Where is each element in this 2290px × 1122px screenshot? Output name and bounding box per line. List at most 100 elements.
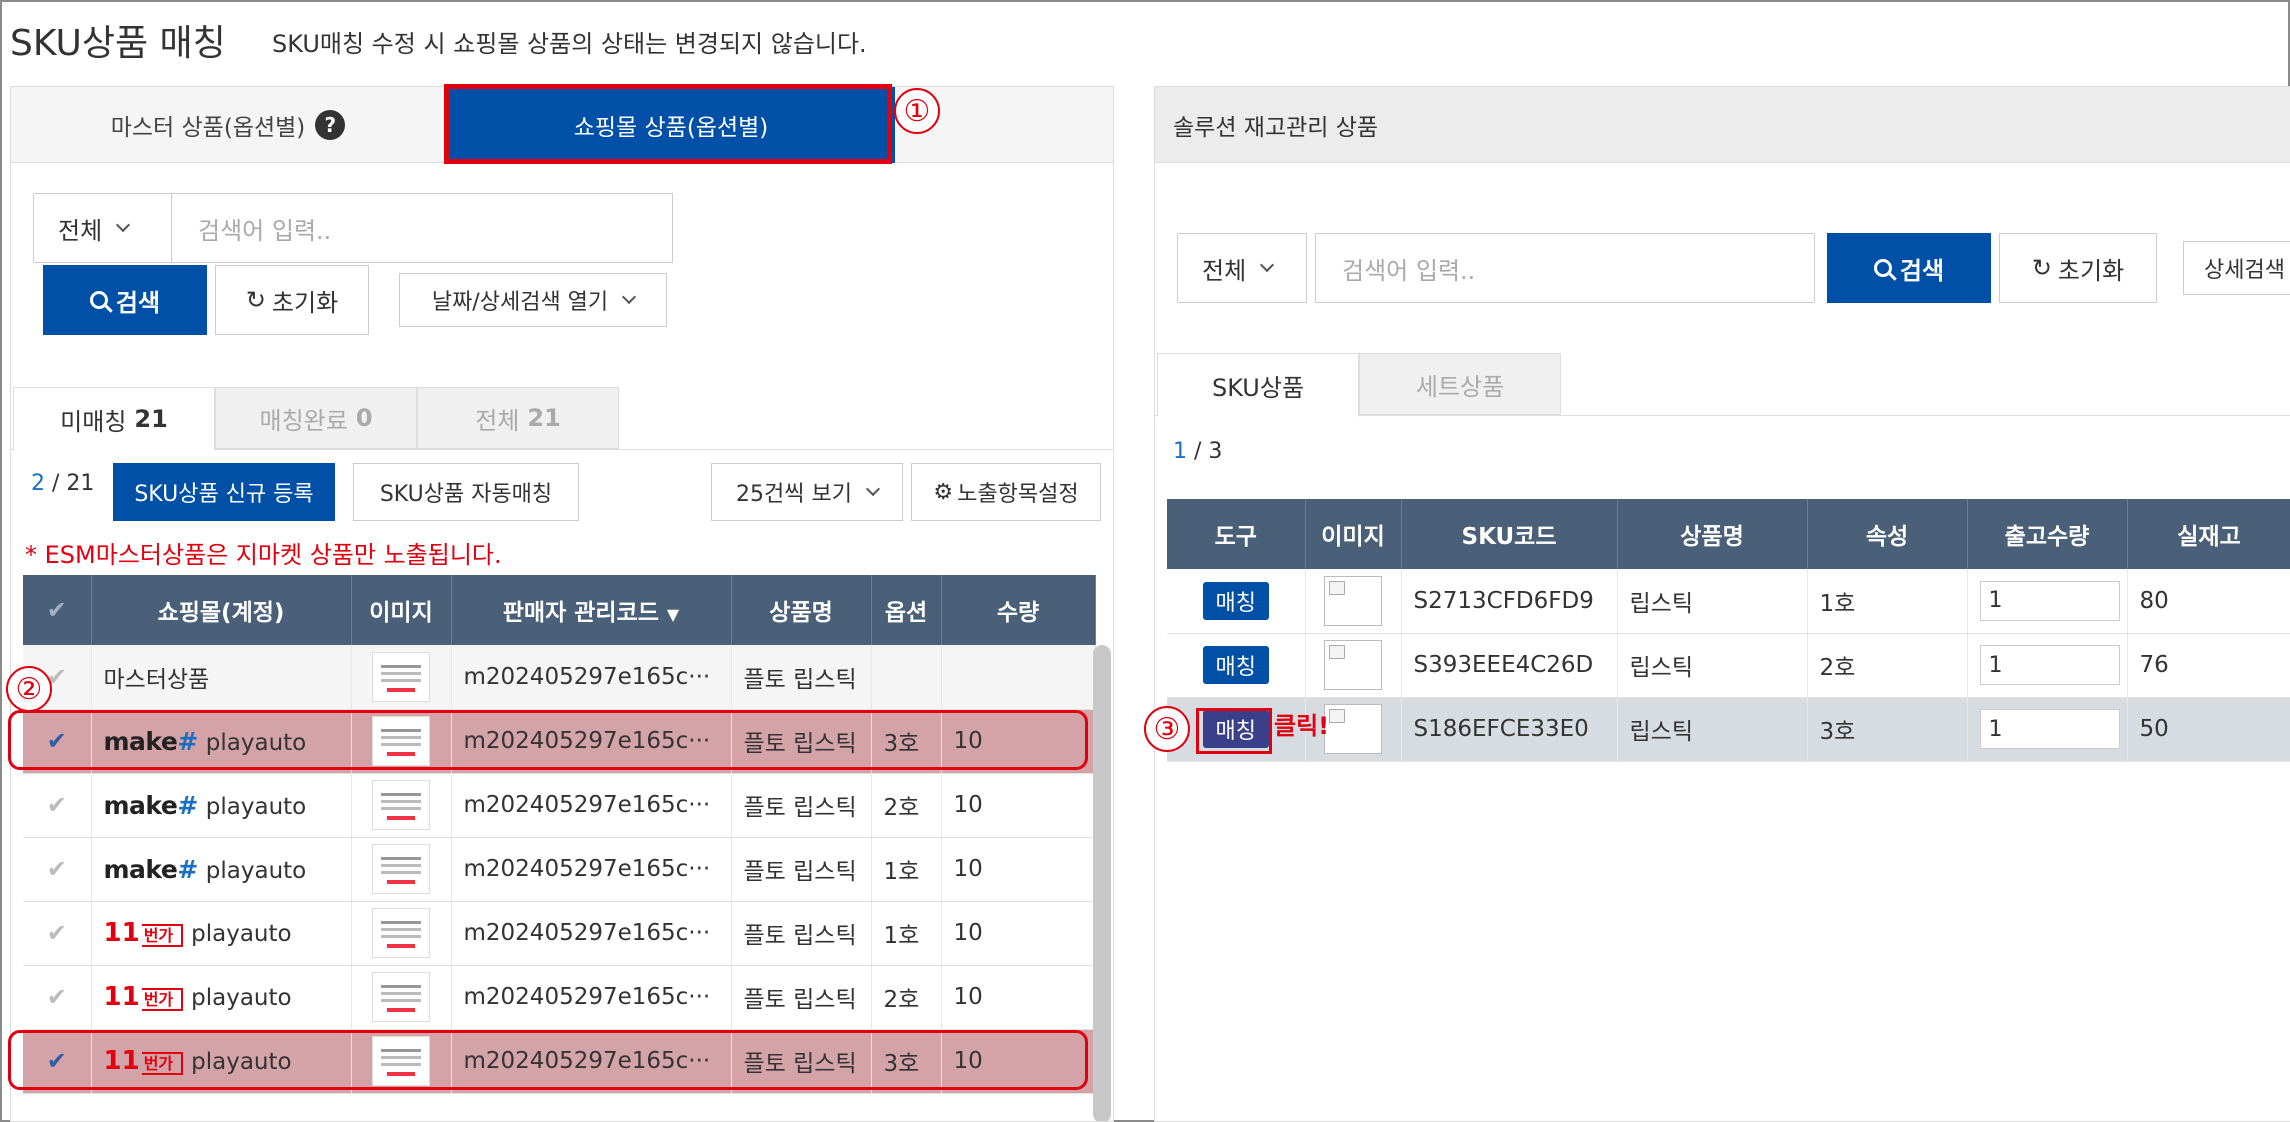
row-product-name: 플토 립스틱 xyxy=(731,773,872,838)
row-checkbox[interactable]: ✔ xyxy=(23,837,92,902)
pager-total: 3 xyxy=(1208,439,1223,464)
out-qty-input[interactable]: 1 xyxy=(1979,709,2120,749)
col-attribute: 속성 xyxy=(1807,499,1968,569)
row-sku: S393EEE4C26D xyxy=(1401,633,1618,698)
select-all-checkbox[interactable]: ✔ xyxy=(23,575,92,645)
out-qty-input[interactable]: 1 xyxy=(1979,645,2120,685)
pager-current: 2 xyxy=(31,471,45,496)
match-button[interactable]: 매칭 xyxy=(1202,581,1269,620)
click-note: 클릭! xyxy=(1274,712,1330,740)
row-option: 2호 xyxy=(871,965,942,1030)
callout-2: ② xyxy=(6,666,52,712)
inventory-panel-header: 솔루션 재고관리 상품 xyxy=(1155,87,2290,163)
reset-label: 초기화 xyxy=(271,288,339,317)
match-button[interactable]: 매칭 xyxy=(1202,646,1269,684)
right-reset-button[interactable]: ↻ 초기화 xyxy=(1999,233,2157,303)
left-search-input[interactable]: 검색어 입력.. xyxy=(171,193,673,263)
row-checkbox[interactable]: ✔ xyxy=(23,773,92,838)
product-thumbnail xyxy=(372,844,430,894)
11st-logo: 11 번가 xyxy=(104,982,184,1012)
subtab-matched[interactable]: 매칭완료 0 xyxy=(215,387,417,449)
out-qty-input[interactable]: 1 xyxy=(1979,580,2120,621)
table-header: ✔ 쇼핑몰(계정) 이미지 판매자 관리코드 ▼ 상품명 옵션 수량 xyxy=(23,575,1096,645)
col-product-name: 상품명 xyxy=(731,575,872,645)
table-row[interactable]: ✔ 마스터상품 m202405297e165c··· 플토 립스틱 xyxy=(23,645,1096,710)
callout-box-3 xyxy=(1196,708,1272,754)
subtab-set-product[interactable]: 세트상품 xyxy=(1359,353,1561,415)
row-checkbox[interactable]: ✔ xyxy=(23,901,92,966)
callout-3: ③ xyxy=(1144,706,1190,752)
left-reset-button[interactable]: ↻ 초기화 xyxy=(215,265,369,335)
product-thumbnail xyxy=(372,972,430,1022)
make-logo: make# xyxy=(104,855,199,884)
esm-note: * ESM마스터상품은 지마켓 상품만 노출됩니다. xyxy=(25,541,502,569)
row-shop: 11 번가 playauto xyxy=(91,965,352,1030)
left-search-scope-select[interactable]: 전체 xyxy=(33,193,183,263)
column-settings-button[interactable]: ⚙ 노출항목설정 xyxy=(911,463,1101,521)
col-sku-code: SKU코드 xyxy=(1401,499,1618,569)
row-out-qty: 1 xyxy=(1967,569,2128,634)
row-shop: 11 번가 playauto xyxy=(91,901,352,966)
table-row[interactable]: ✔ 11 번가 playauto m202405297e165c··· 플토 립스틱… xyxy=(23,965,1096,1030)
row-product-link[interactable]: 플토 립스틱 xyxy=(731,645,872,710)
sku-auto-match-button[interactable]: SKU상품 자동매칭 xyxy=(353,463,579,521)
row-out-qty: 1 xyxy=(1967,697,2128,762)
row-sku: S2713CFD6FD9 xyxy=(1401,569,1618,634)
column-settings-label: 노출항목설정 xyxy=(957,482,1079,507)
row-qty: 10 xyxy=(941,773,1096,838)
col-image: 이미지 xyxy=(351,575,452,645)
row-shop: make# playauto xyxy=(91,773,352,838)
row-out-qty: 1 xyxy=(1967,633,2128,698)
11st-logo: 11 번가 xyxy=(104,918,184,948)
subtab-count: 21 xyxy=(134,405,168,433)
subtab-all[interactable]: 전체 21 xyxy=(417,387,619,449)
row-account: playauto xyxy=(205,857,307,884)
row-code: m202405297e165c··· xyxy=(451,837,732,902)
tab-master-product[interactable]: 마스터 상품(옵션별) ? xyxy=(11,87,445,163)
select-value: 전체 xyxy=(1202,256,1247,285)
row-account: playauto xyxy=(191,921,292,947)
help-icon[interactable]: ? xyxy=(315,110,346,140)
right-detail-search-button[interactable]: 상세검색 xyxy=(2183,241,2290,295)
col-stock: 실재고 xyxy=(2127,499,2290,569)
table-row[interactable]: ✔ make# playauto m202405297e165c··· 플토 립스… xyxy=(23,773,1096,838)
logo-mark: # xyxy=(177,790,198,820)
sort-desc-icon: ▼ xyxy=(666,605,680,624)
col-product-name: 상품명 xyxy=(1617,499,1808,569)
row-product-link[interactable]: 립스틱 xyxy=(1617,633,1808,698)
logo-num: 11 xyxy=(103,982,140,1012)
row-option: 1호 xyxy=(871,837,942,902)
shop-product-table: ✔ 쇼핑몰(계정) 이미지 판매자 관리코드 ▼ 상품명 옵션 수량 ✔ 마스터… xyxy=(23,575,1096,1094)
page-title: SKU상품 매칭 xyxy=(10,23,226,64)
table-row[interactable]: ✔ make# playauto m202405297e165c··· 플토 립스… xyxy=(23,837,1096,902)
tab-master-label: 마스터 상품(옵션별) xyxy=(110,115,306,141)
subtab-unmatched[interactable]: 미매칭 21 xyxy=(13,387,215,451)
right-search-scope-select[interactable]: 전체 xyxy=(1177,233,1307,303)
right-search-button[interactable]: 검색 xyxy=(1827,233,1991,303)
row-account: playauto xyxy=(191,985,292,1011)
row-image xyxy=(1305,569,1402,634)
left-search-button[interactable]: 검색 xyxy=(43,265,207,335)
page-size-select[interactable]: 25건씩 보기 xyxy=(711,463,903,521)
subtab-sku-product[interactable]: SKU상품 xyxy=(1157,353,1359,417)
page-notice: SKU매칭 수정 시 쇼핑몰 상품의 상태는 변경되지 않습니다. xyxy=(272,30,867,58)
row-checkbox[interactable]: ✔ xyxy=(23,965,92,1030)
table-row[interactable]: ✔ 11 번가 playauto m202405297e165c··· 플토 립스틱… xyxy=(23,901,1096,966)
detail-search-toggle[interactable]: 날짜/상세검색 열기 xyxy=(399,273,667,327)
chevron-down-icon xyxy=(1260,257,1275,273)
col-label: 판매자 관리코드 xyxy=(502,600,659,626)
table-scrollbar[interactable] xyxy=(1093,645,1111,1121)
row-product-name: 플토 립스틱 xyxy=(731,965,872,1030)
broken-image-icon xyxy=(1324,640,1382,690)
right-search-input[interactable]: 검색어 입력.. xyxy=(1315,233,1815,303)
sku-product-table: 도구 이미지 SKU코드 상품명 속성 출고수량 실재고 매칭 S2713CFD… xyxy=(1167,499,2290,762)
broken-image-icon xyxy=(1324,704,1382,754)
row-product-name: 플토 립스틱 xyxy=(731,901,872,966)
sku-register-button[interactable]: SKU상품 신규 등록 xyxy=(113,463,335,521)
col-seller-code[interactable]: 판매자 관리코드 ▼ xyxy=(451,575,732,645)
reset-icon: ↻ xyxy=(2031,254,2052,282)
row-product-link[interactable]: 립스틱 xyxy=(1617,697,1808,762)
subtab-label: 매칭완료 xyxy=(259,406,348,435)
row-product-link[interactable]: 립스틱 xyxy=(1617,569,1808,634)
highlight-row-11st xyxy=(8,1030,1088,1090)
